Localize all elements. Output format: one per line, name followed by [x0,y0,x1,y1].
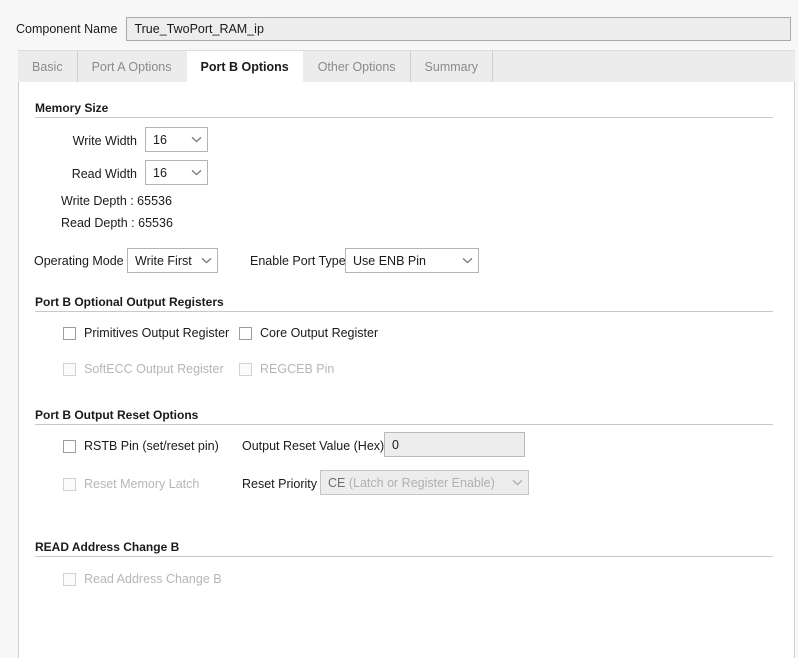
read-depth-text: Read Depth : 65536 [61,216,173,230]
reset-memory-latch-checkbox: Reset Memory Latch [63,477,199,491]
rstb-pin-checkbox[interactable]: RSTB Pin (set/reset pin) [63,439,219,453]
reset-priority-label: Reset Priority [242,477,318,491]
output-reset-options-section-title: Port B Output Reset Options [35,408,199,422]
chevron-down-icon [185,169,207,176]
reset-priority-value: CE (Latch or Register Enable) [321,476,506,490]
tab-strip: Basic Port A Options Port B Options Othe… [18,50,795,82]
output-reset-value-input[interactable]: 0 [384,432,525,457]
tab-other-options[interactable]: Other Options [303,51,411,82]
optional-output-registers-section-title: Port B Optional Output Registers [35,295,224,309]
checkbox-box [239,326,252,340]
memory-size-section-title: Memory Size [35,101,109,115]
regceb-pin-label: REGCEB Pin [260,362,335,376]
component-name-bar: Component Name True_TwoPort_RAM_ip [0,16,798,42]
softecc-output-register-label: SoftECC Output Register [84,362,224,376]
port-b-options-panel: Memory Size Write Width 16 Read Width 16… [18,82,795,658]
read-width-value: 16 [153,165,167,180]
read-address-change-b-label: Read Address Change B [84,572,222,586]
softecc-output-register-checkbox: SoftECC Output Register [63,362,224,376]
reset-priority-value-detail: (Latch or Register Enable) [348,475,495,490]
output-reset-value-label: Output Reset Value (Hex) [242,439,385,453]
reset-priority-value-main: CE [328,475,346,490]
tab-strip-filler [493,51,795,82]
chevron-down-icon [506,479,528,486]
write-depth-text: Write Depth : 65536 [61,194,172,208]
operating-mode-label: Operating Mode [34,254,124,268]
checkbox-box [63,572,76,586]
core-output-register-label: Core Output Register [260,326,379,340]
read-address-change-divider [35,556,773,557]
read-width-label: Read Width [71,167,137,181]
regceb-pin-checkbox: REGCEB Pin [239,362,334,376]
core-output-register-checkbox[interactable]: Core Output Register [239,326,378,340]
checkbox-box [63,362,76,376]
read-width-select[interactable]: 16 [145,160,208,185]
read-address-change-section-title: READ Address Change B [35,540,180,554]
write-width-select[interactable]: 16 [145,127,208,152]
reset-memory-latch-label: Reset Memory Latch [84,477,200,491]
tab-basic[interactable]: Basic [18,51,78,82]
rstb-pin-label: RSTB Pin (set/reset pin) [84,439,219,453]
primitives-output-register-label: Primitives Output Register [84,326,230,340]
enable-port-type-value: Use ENB Pin [353,253,426,268]
operating-mode-value: Write First [135,253,192,268]
chevron-down-icon [185,136,207,143]
read-address-change-b-checkbox: Read Address Change B [63,572,222,586]
checkbox-box [239,362,252,376]
memory-size-divider [35,117,773,118]
chevron-down-icon [456,257,478,264]
optional-output-registers-divider [35,311,773,312]
checkbox-box [63,326,76,340]
enable-port-type-label: Enable Port Type [250,254,346,268]
tab-port-a-options[interactable]: Port A Options [77,51,187,82]
operating-mode-select[interactable]: Write First [127,248,218,273]
tab-summary[interactable]: Summary [410,51,494,82]
checkbox-box [63,439,76,453]
output-reset-options-divider [35,424,773,425]
reset-priority-select: CE (Latch or Register Enable) [320,470,529,495]
checkbox-box [63,477,76,491]
write-width-value: 16 [153,132,167,147]
component-name-label: Component Name [16,22,118,36]
chevron-down-icon [195,257,217,264]
primitives-output-register-checkbox[interactable]: Primitives Output Register [63,326,229,340]
tab-port-b-options[interactable]: Port B Options [185,51,304,82]
write-width-label: Write Width [72,134,137,148]
enable-port-type-select[interactable]: Use ENB Pin [345,248,479,273]
component-name-input[interactable]: True_TwoPort_RAM_ip [126,17,791,41]
